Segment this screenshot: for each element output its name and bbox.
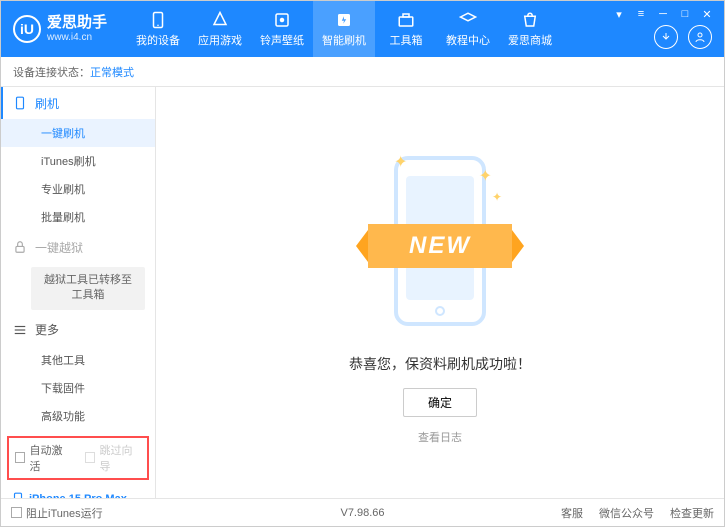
device-icon [149,11,167,29]
confirm-button[interactable]: 确定 [403,388,477,417]
more-icon [13,323,27,337]
sidebar-item-advanced[interactable]: 高级功能 [1,402,155,430]
block-itunes-checkbox[interactable]: 阻止iTunes运行 [11,505,103,521]
toolbox-icon [397,11,415,29]
sparkle-icon: ✦ [492,190,502,204]
sidebar-section-jailbreak: 一键越狱 [1,231,155,263]
flash-icon [335,11,353,29]
sidebar-item-pro-flash[interactable]: 专业刷机 [1,175,155,203]
ringtone-icon [273,11,291,29]
phone-icon [13,96,27,110]
shop-icon [521,11,539,29]
checkbox-icon [15,452,25,463]
nav-flash[interactable]: 智能刷机 [313,1,375,57]
sidebar: 刷机 一键刷机 iTunes刷机 专业刷机 批量刷机 一键越狱 越狱工具已转移至… [1,87,156,498]
success-message: 恭喜您，保资料刷机成功啦！ [349,354,531,374]
status-mode: 正常模式 [90,64,134,80]
checkbox-icon [85,452,95,463]
nav-toolbox[interactable]: 工具箱 [375,1,437,57]
checkbox-icon [11,507,22,518]
minimize-button[interactable]: ─ [656,7,670,21]
jailbreak-note: 越狱工具已转移至工具箱 [31,267,145,310]
new-ribbon: NEW [368,224,512,268]
device-info: iPhone 15 Pro Max 512GB iPhone [1,486,155,498]
nav-my-device[interactable]: 我的设备 [127,1,189,57]
main-nav: 我的设备 应用游戏 铃声壁纸 智能刷机 工具箱 教程中心 爱思商城 [127,1,561,57]
sidebar-item-itunes-flash[interactable]: iTunes刷机 [1,147,155,175]
list-icon[interactable]: ≡ [634,7,648,21]
app-url: www.i4.cn [47,32,107,43]
window-controls: ▾ ≡ ─ □ ✕ [612,7,714,21]
success-illustration: NEW ✦ ✦ ✦ [360,140,520,340]
nav-apps[interactable]: 应用游戏 [189,1,251,57]
view-log-link[interactable]: 查看日志 [418,429,462,445]
sidebar-section-flash[interactable]: 刷机 [1,87,155,119]
sidebar-item-download-firmware[interactable]: 下载固件 [1,374,155,402]
sparkle-icon: ✦ [479,166,492,186]
app-title: 爱思助手 [47,15,107,32]
sidebar-item-batch-flash[interactable]: 批量刷机 [1,203,155,231]
sidebar-section-more[interactable]: 更多 [1,314,155,346]
auto-activate-checkbox[interactable]: 自动激活 [15,442,71,474]
footer-link-wechat[interactable]: 微信公众号 [599,505,654,521]
footer: 阻止iTunes运行 V7.98.66 客服 微信公众号 检查更新 [1,498,724,526]
menu-icon[interactable]: ▾ [612,7,626,21]
options-highlight-box: 自动激活 跳过向导 [7,436,149,480]
logo: iU 爱思助手 www.i4.cn [13,15,107,43]
maximize-button[interactable]: □ [678,7,692,21]
tutorial-icon [459,11,477,29]
nav-shop[interactable]: 爱思商城 [499,1,561,57]
footer-link-support[interactable]: 客服 [561,505,583,521]
logo-icon: iU [13,15,41,43]
nav-tutorial[interactable]: 教程中心 [437,1,499,57]
footer-link-update[interactable]: 检查更新 [670,505,714,521]
status-label: 设备连接状态： [13,64,90,80]
apps-icon [211,11,229,29]
lock-icon [13,240,27,254]
download-button[interactable] [654,25,678,49]
content-area: NEW ✦ ✦ ✦ 恭喜您，保资料刷机成功啦！ 确定 查看日志 [156,87,724,498]
version-label: V7.98.66 [340,507,384,519]
nav-ringtone[interactable]: 铃声壁纸 [251,1,313,57]
close-button[interactable]: ✕ [700,7,714,21]
sidebar-item-other-tools[interactable]: 其他工具 [1,346,155,374]
app-header: iU 爱思助手 www.i4.cn 我的设备 应用游戏 铃声壁纸 智能刷机 工具… [1,1,724,57]
user-button[interactable] [688,25,712,49]
skip-guide-checkbox[interactable]: 跳过向导 [85,442,141,474]
status-bar: 设备连接状态： 正常模式 [1,57,724,87]
sparkle-icon: ✦ [394,152,407,172]
sidebar-item-oneclick-flash[interactable]: 一键刷机 [1,119,155,147]
